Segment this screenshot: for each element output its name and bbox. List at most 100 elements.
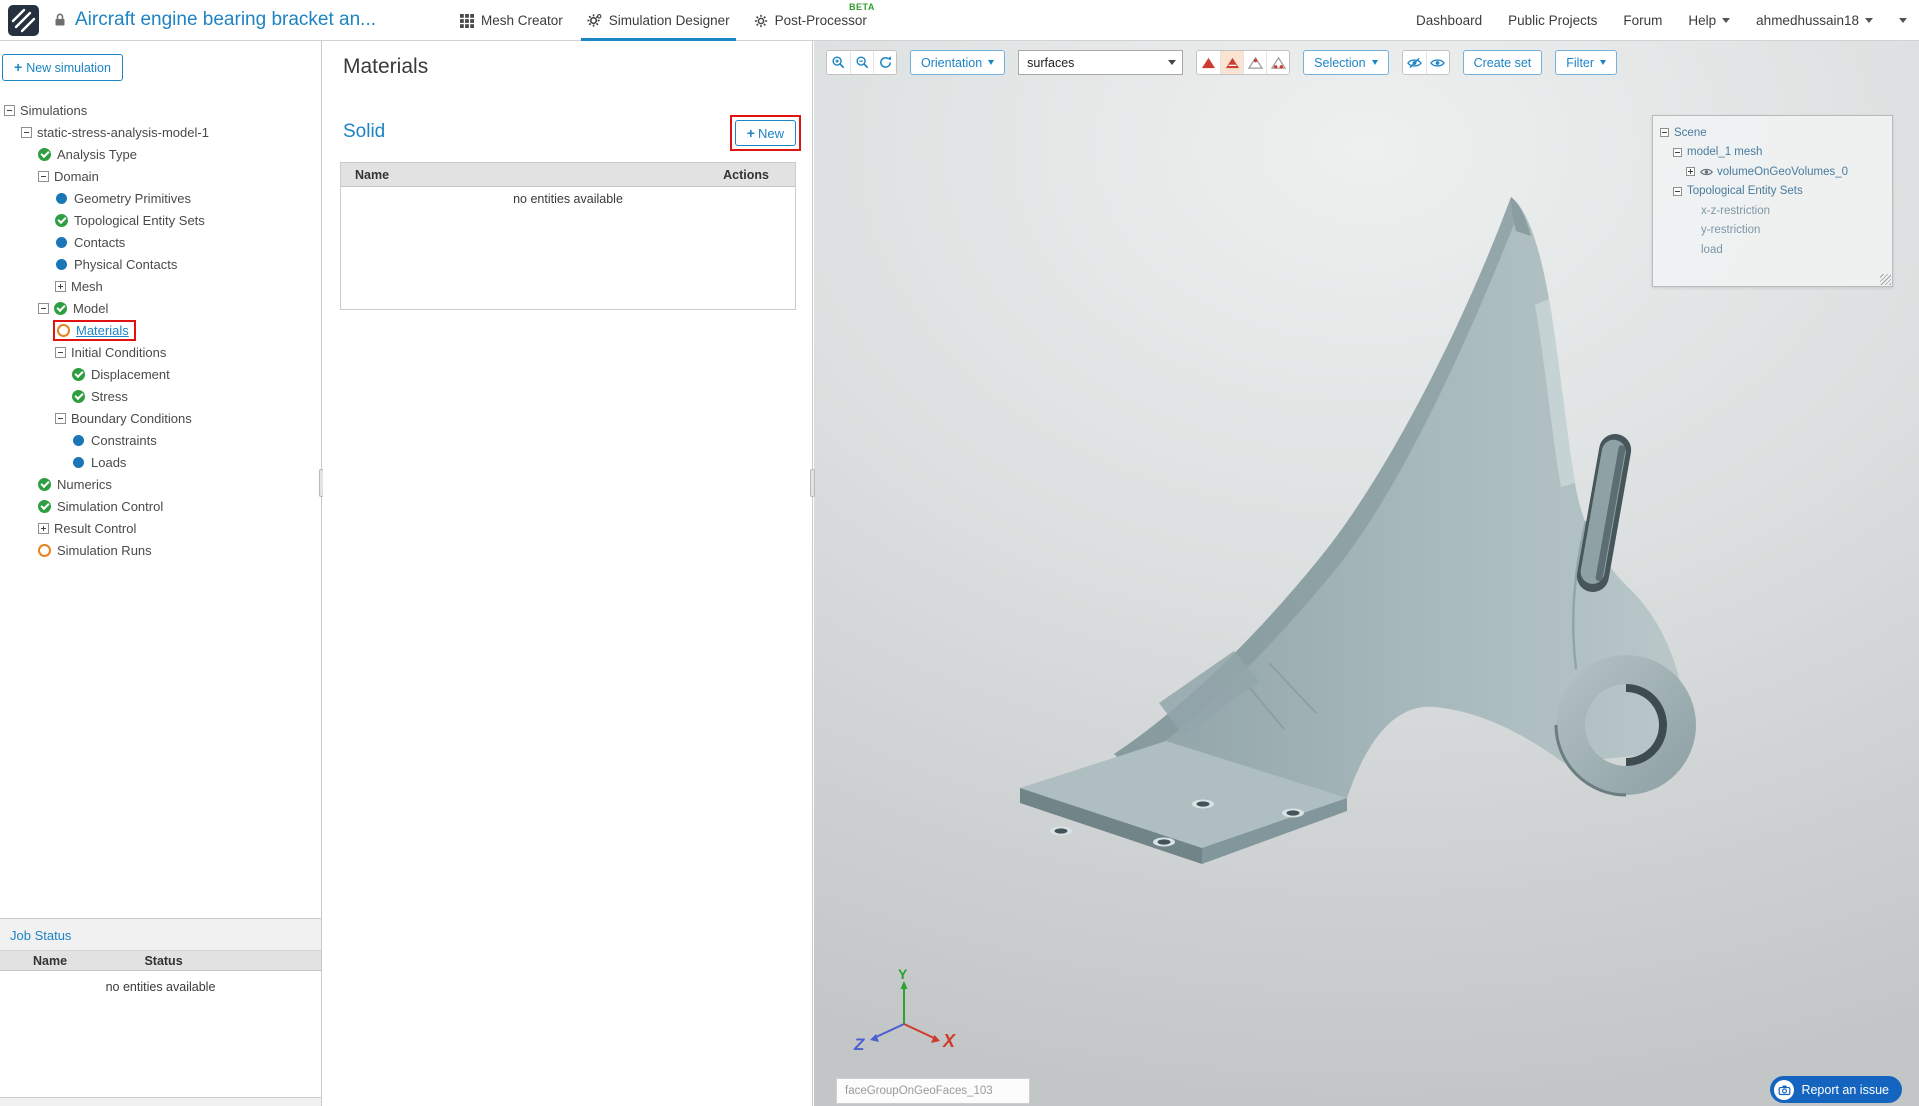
mesh-quality-icon-a[interactable] [1197,51,1221,74]
tab-post-processor[interactable]: BETA Post-Processor [742,0,879,41]
chevron-down-icon[interactable] [1899,18,1907,23]
scene-item-volumeongeovolumes-0[interactable]: volumeOnGeoVolumes_0 [1657,162,1888,182]
chevron-down-icon [1865,18,1873,23]
tree-item-boundary-conditions[interactable]: Boundary Conditions [0,407,321,429]
status-complete-icon [72,389,85,403]
expand-icon[interactable] [55,280,66,292]
tree-item-materials[interactable]: Materials [0,319,321,341]
selection-button[interactable]: Selection [1303,50,1389,75]
report-issue-button[interactable]: Report an issue [1770,1076,1902,1103]
tree-item-label: Boundary Conditions [71,410,192,426]
tree-item-static-stress-analysis-model-1[interactable]: static-stress-analysis-model-1 [0,121,321,143]
splitter-handle[interactable] [810,469,815,497]
resize-handle[interactable] [1880,274,1891,285]
zoom-out-button[interactable] [850,51,873,74]
zoom-in-button[interactable] [827,51,850,74]
tree-item-simulation-runs[interactable]: Simulation Runs [0,539,321,561]
collapse-icon[interactable] [38,302,49,314]
collapse-icon[interactable] [21,126,32,138]
collapse-icon[interactable] [1660,128,1669,138]
topbar-links: Dashboard Public Projects Forum Help ahm… [1416,0,1907,41]
selection-label: Selection [1314,55,1366,70]
annotation-highlight-box: Materials [53,319,136,341]
visibility-eye-icon[interactable] [1700,167,1713,177]
materials-table-header: Name Actions [341,163,795,187]
user-menu[interactable]: ahmedhussain18 [1756,13,1873,28]
refresh-view-button[interactable] [873,51,896,74]
tree-item-contacts[interactable]: Contacts [0,231,321,253]
status-item-icon [56,236,67,248]
create-set-button[interactable]: Create set [1462,50,1543,75]
public-projects-link[interactable]: Public Projects [1508,13,1597,28]
tree-item-physical-contacts[interactable]: Physical Contacts [0,253,321,275]
tree-item-label: Loads [91,454,127,470]
status-incomplete-icon [57,323,70,337]
status-incomplete-icon [38,543,51,557]
tree-item-model[interactable]: Model [0,297,321,319]
collapse-icon[interactable] [38,170,49,182]
tree-item-stress[interactable]: Stress [0,385,321,407]
tree-item-geometry-primitives[interactable]: Geometry Primitives [0,187,321,209]
scene-item-y-restriction[interactable]: y-restriction [1657,221,1888,241]
orientation-button[interactable]: Orientation [910,50,1006,75]
scene-item-scene[interactable]: Scene [1657,123,1888,143]
scene-item-load[interactable]: load [1657,240,1888,260]
new-simulation-label: New simulation [26,60,111,75]
materials-table: Name Actions no entities available [340,162,796,310]
hide-selection-eye-icon[interactable] [1402,51,1426,74]
simscale-logo[interactable] [8,4,39,36]
plus-icon [14,60,22,75]
tree-item-displacement[interactable]: Displacement [0,363,321,385]
scene-item-label: x-z-restriction [1701,204,1771,217]
viewport-3d[interactable]: Orientation surfaces Selection Create se… [814,41,1919,1106]
materials-empty-message: no entities available [513,192,623,206]
tree-item-initial-conditions[interactable]: Initial Conditions [0,341,321,363]
tree-item-mesh[interactable]: Mesh [0,275,321,297]
scene-item-label: Topological Entity Sets [1687,185,1803,198]
help-menu[interactable]: Help [1688,13,1731,28]
tree-item-label: Displacement [91,366,170,382]
orientation-label: Orientation [921,55,983,70]
tree-item-loads[interactable]: Loads [0,451,321,473]
tree-item-label: Result Control [54,520,137,536]
scene-item-x-z-restriction[interactable]: x-z-restriction [1657,201,1888,221]
project-title[interactable]: Aircraft engine bearing bracket an... [75,9,376,31]
expand-icon[interactable] [1686,167,1695,177]
tree-item-numerics[interactable]: Numerics [0,473,321,495]
status-item-icon [73,434,84,446]
tab-mesh-creator[interactable]: Mesh Creator [448,0,575,41]
tree-item-simulations[interactable]: Simulations [0,99,321,121]
tab-label: Mesh Creator [481,13,563,28]
mesh-quality-icon-d[interactable] [1266,51,1290,74]
face-group-input[interactable] [836,1078,1030,1104]
tree-item-domain[interactable]: Domain [0,165,321,187]
scene-item-topological-entity-sets[interactable]: Topological Entity Sets [1657,182,1888,202]
tree-item-label: Topological Entity Sets [74,212,205,228]
tree-item-label: Initial Conditions [71,344,167,360]
show-all-eye-icon[interactable] [1425,51,1449,74]
collapse-icon[interactable] [55,412,66,424]
scene-item-label: volumeOnGeoVolumes_0 [1717,165,1849,178]
collapse-icon[interactable] [1673,147,1682,157]
scene-item-model-1-mesh[interactable]: model_1 mesh [1657,143,1888,163]
mesh-quality-icon-c[interactable] [1243,51,1267,74]
tree-item-simulation-control[interactable]: Simulation Control [0,495,321,517]
dashboard-link[interactable]: Dashboard [1416,13,1482,28]
new-material-button[interactable]: New [734,120,796,146]
tree-item-constraints[interactable]: Constraints [0,429,321,451]
tree-item-analysis-type[interactable]: Analysis Type [0,143,321,165]
collapse-icon[interactable] [55,346,66,358]
collapse-icon[interactable] [4,104,15,116]
mesh-quality-icon-b[interactable] [1220,51,1244,74]
tree-item-result-control[interactable]: Result Control [0,517,321,539]
filter-button[interactable]: Filter [1555,50,1618,75]
new-simulation-button[interactable]: New simulation [2,54,123,81]
collapse-icon[interactable] [1673,186,1682,196]
expand-icon[interactable] [38,522,49,534]
render-mode-select[interactable]: surfaces [1018,50,1184,75]
forum-link[interactable]: Forum [1623,13,1662,28]
tree-item-topological-entity-sets[interactable]: Topological Entity Sets [0,209,321,231]
tree-item-label: Constraints [91,432,157,448]
tab-simulation-designer[interactable]: Simulation Designer [575,0,742,41]
chevron-down-icon [988,60,995,65]
